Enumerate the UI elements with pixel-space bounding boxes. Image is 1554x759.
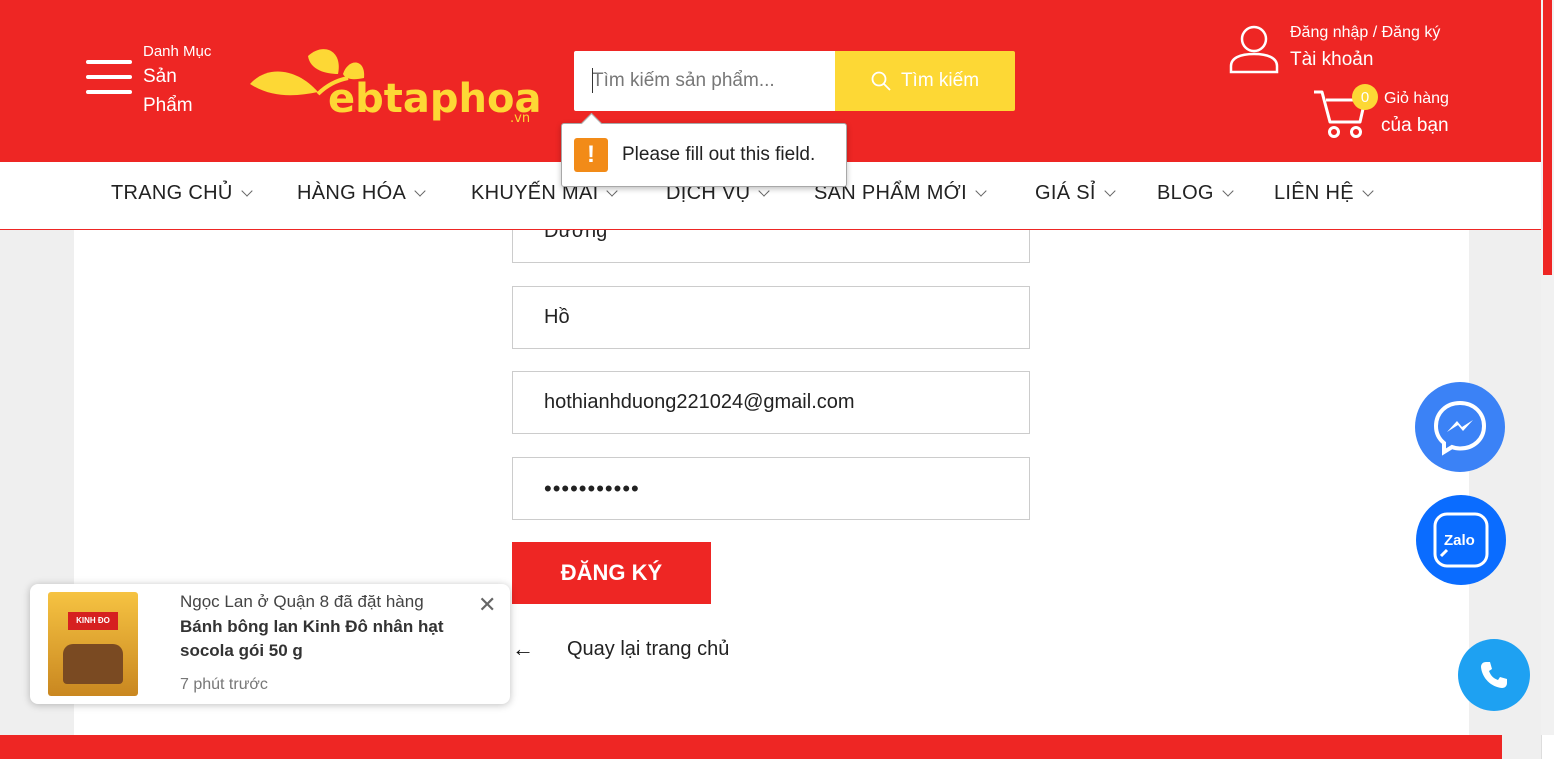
last-name-value: Hồ (544, 306, 570, 328)
login-register-label[interactable]: Đăng nhập / Đăng ký (1290, 24, 1440, 42)
search-icon (871, 71, 891, 91)
chevron-down-icon (1362, 185, 1374, 197)
validation-tooltip: ! Please fill out this field. (561, 123, 847, 187)
nav-item-lien-he[interactable]: LIÊN HỆ (1274, 182, 1374, 205)
footer-strip (0, 735, 1502, 759)
account-label: Tài khoản (1290, 49, 1374, 70)
first-name-value[interactable]: Dương (512, 230, 1030, 263)
chevron-down-icon (606, 185, 619, 197)
back-home-link[interactable]: ← Quay lại trang chủ (512, 636, 729, 662)
user-icon (1229, 25, 1279, 74)
scrollbar-thumb[interactable] (1543, 0, 1552, 275)
chevron-down-icon (758, 185, 770, 197)
hamburger-menu-icon[interactable] (86, 60, 132, 100)
nav-item-label: BLOG (1157, 182, 1214, 204)
nav-item-hang-hoa[interactable]: HÀNG HÓA (297, 182, 426, 205)
register-button[interactable]: ĐĂNG KÝ (512, 542, 711, 604)
nav-item-label: GIÁ SỈ (1035, 182, 1096, 204)
search-bar: Tìm kiếm (574, 51, 1015, 111)
first-name-field[interactable]: Dương (512, 230, 1030, 263)
product-brand-label: KINH ĐO (68, 612, 118, 630)
site-logo[interactable]: ebtaphoa .vn (248, 44, 548, 126)
nav-item-gia-si[interactable]: GIÁ SỈ (1035, 182, 1116, 205)
text-caret (592, 68, 593, 93)
category-big-label-2: Phẩm (143, 95, 193, 116)
messenger-button[interactable] (1415, 382, 1505, 472)
search-button-label: Tìm kiếm (900, 70, 980, 91)
recent-order-popup: KINH ĐO Ngọc Lan ở Quận 8 đã đặt hàng Bá… (30, 584, 510, 704)
email-value: hothianhduong221024@gmail.com (544, 391, 855, 413)
popup-time: 7 phút trước (180, 676, 268, 693)
nav-item-label: LIÊN HỆ (1274, 182, 1354, 204)
cake-image (63, 644, 123, 684)
chevron-down-icon (414, 185, 426, 197)
search-button[interactable]: Tìm kiếm (835, 51, 1015, 111)
chevron-down-icon (1222, 185, 1234, 197)
scroll-down-arrow[interactable] (1541, 735, 1554, 759)
nav-item-label: HÀNG HÓA (297, 182, 407, 204)
back-home-label: Quay lại trang chủ (567, 637, 730, 660)
last-name-field[interactable]: Hồ (512, 286, 1030, 349)
cart-count-badge: 0 (1352, 84, 1378, 110)
nav-item-label: TRANG CHỦ (111, 182, 233, 204)
cart-label-1: Giỏ hàng (1384, 90, 1449, 107)
phone-button[interactable] (1458, 639, 1530, 711)
messenger-icon (1433, 400, 1487, 456)
chevron-down-icon (975, 185, 987, 197)
close-icon[interactable]: ✕ (478, 592, 496, 618)
scrollbar[interactable] (1541, 0, 1554, 759)
password-field[interactable]: ••••••••••• (512, 457, 1030, 520)
warning-icon: ! (574, 138, 608, 172)
popup-product-name[interactable]: Bánh bông lan Kinh Đô nhân hạt socola gó… (180, 615, 470, 663)
account-link[interactable]: Đăng nhập / Đăng ký Tài khoản (1228, 22, 1468, 78)
phone-icon (1481, 662, 1507, 688)
nav-item-trang-chu[interactable]: TRANG CHỦ (111, 182, 253, 205)
validation-message: Please fill out this field. (622, 144, 816, 165)
zalo-icon: Zalo (1433, 512, 1489, 568)
chevron-down-icon (240, 185, 253, 197)
cart-label-2: của bạn (1381, 115, 1449, 136)
popup-customer-line: Ngọc Lan ở Quận 8 đã đặt hàng (180, 592, 424, 611)
zalo-label: Zalo (1444, 532, 1475, 549)
nav-item-blog[interactable]: BLOG (1157, 182, 1234, 205)
category-small-label: Danh Mục (143, 43, 212, 60)
product-thumbnail[interactable]: KINH ĐO (48, 592, 138, 696)
cart-link[interactable]: 0 Giỏ hàng của bạn (1312, 84, 1472, 144)
category-big-label-1: Sản (143, 66, 177, 87)
arrow-left-icon: ← (512, 636, 534, 661)
zalo-button[interactable]: Zalo (1416, 495, 1506, 585)
email-field[interactable]: hothianhduong221024@gmail.com (512, 371, 1030, 434)
logo-suffix: .vn (510, 111, 530, 124)
chevron-down-icon (1104, 185, 1116, 197)
category-menu-label[interactable]: Danh Mục Sản Phẩm (143, 42, 211, 120)
password-value: ••••••••••• (544, 475, 640, 501)
search-input[interactable] (574, 51, 836, 111)
